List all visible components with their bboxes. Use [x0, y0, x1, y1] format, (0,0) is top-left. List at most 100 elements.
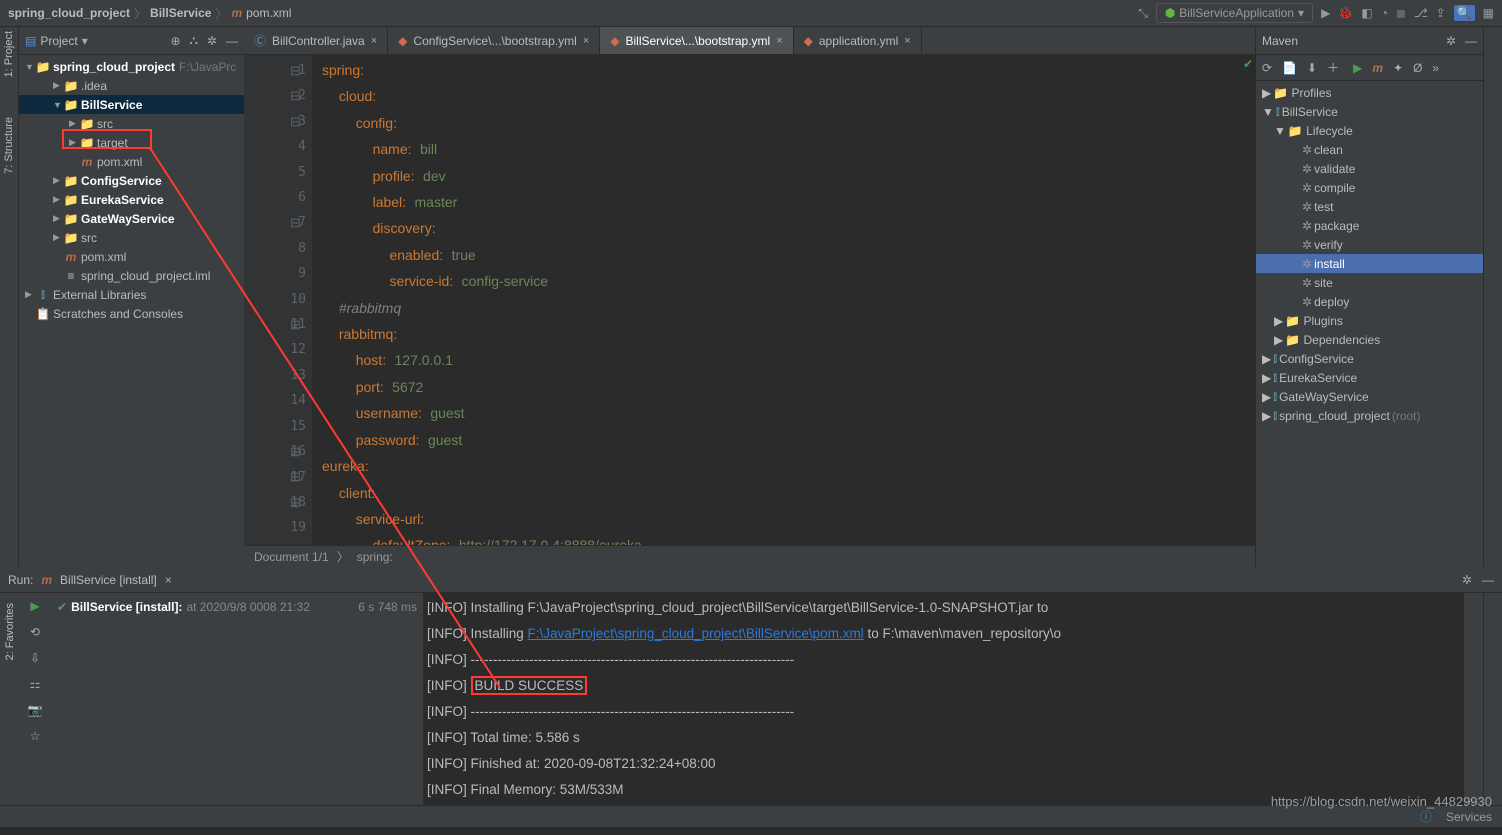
close-icon[interactable]: × [904, 35, 910, 47]
hide-icon[interactable]: — [226, 34, 238, 48]
gear-icon[interactable]: ✲ [207, 34, 217, 48]
run-tree-title: BillService [install]: [71, 600, 182, 614]
build-icon[interactable]: ⤡ [1138, 6, 1148, 21]
star-icon[interactable]: ☆ [30, 729, 41, 743]
console-scrollbar[interactable] [1464, 593, 1483, 805]
pin-icon[interactable]: ⇩ [30, 651, 40, 665]
close-icon[interactable]: × [776, 35, 782, 47]
maven-goal-package[interactable]: ✲ package [1256, 216, 1483, 235]
maven-goal-deploy[interactable]: ✲ deploy [1256, 292, 1483, 311]
maven-bill[interactable]: ▼ ⫾ BillService [1256, 102, 1483, 121]
favorites-tab[interactable]: 2: Favorites [4, 603, 16, 660]
maven-goal-compile[interactable]: ✲ compile [1256, 178, 1483, 197]
gear-icon[interactable]: ✲ [1446, 34, 1456, 48]
tree-root[interactable]: ▼📁spring_cloud_projectF:\JavaPrc [19, 57, 244, 76]
expand-icon[interactable]: ⛬ [190, 33, 198, 48]
tree-item-src[interactable]: ▶📁src [19, 114, 244, 133]
close-icon[interactable]: × [583, 35, 589, 47]
code-path[interactable]: spring: [357, 550, 393, 564]
rerun-icon[interactable]: ▶ [30, 599, 39, 613]
services-label[interactable]: Services [1446, 810, 1492, 824]
maven-goal-validate[interactable]: ✲ validate [1256, 159, 1483, 178]
toggle-icon[interactable]: ✦ [1393, 61, 1403, 75]
locate-icon[interactable]: ⊕ [170, 34, 180, 48]
breadcrumb-root[interactable]: spring_cloud_project [8, 6, 130, 20]
expand-icon[interactable]: » [1432, 61, 1439, 75]
scratches[interactable]: 📋Scratches and Consoles [19, 304, 244, 323]
tree-item-BillService[interactable]: ▼📁BillService [19, 95, 244, 114]
tab-BillController.java[interactable]: ⒸBillController.java× [244, 27, 388, 54]
project-tab[interactable]: 1: Project [3, 31, 15, 77]
maven-goal-site[interactable]: ✲ site [1256, 273, 1483, 292]
maven-root[interactable]: ▶ ⫾ spring_cloud_project (root) [1256, 406, 1483, 425]
tab-BillService\...\bootstrap.yml[interactable]: ◆BillService\...\bootstrap.yml× [600, 27, 793, 54]
editor[interactable]: 1234567891011121314151617181920 ⊟⊟⊟⊟⊟⊟⊟⊟… [244, 55, 1255, 545]
tab-application.yml[interactable]: ◆application.yml× [794, 27, 922, 54]
project-tree[interactable]: ▼📁spring_cloud_projectF:\JavaPrc▶📁.idea▼… [19, 55, 244, 567]
console[interactable]: [INFO] Installing F:\JavaProject\spring_… [423, 593, 1464, 805]
tree-item-pom.xml[interactable]: mpom.xml [19, 247, 244, 266]
maven-module-GateWayService[interactable]: ▶ ⫾ GateWayService [1256, 387, 1483, 406]
inspections-ok-icon[interactable]: ✔ [1243, 57, 1253, 71]
tree-item-ConfigService[interactable]: ▶📁ConfigService [19, 171, 244, 190]
run-config-selector[interactable]: ⬢ BillServiceApplication ▾ [1156, 3, 1313, 23]
maven-goal-test[interactable]: ✲ test [1256, 197, 1483, 216]
run-tree[interactable]: ✔ BillService [install]: at 2020/9/8 000… [51, 593, 423, 805]
tree-item-spring_cloud_project.iml[interactable]: ≡spring_cloud_project.iml [19, 266, 244, 285]
chevron-icon: 〉 [215, 5, 227, 22]
tree-item-pom.xml[interactable]: mpom.xml [19, 152, 244, 171]
maven-module-ConfigService[interactable]: ▶ ⫾ ConfigService [1256, 349, 1483, 368]
stop-icon[interactable]: ⟲ [30, 625, 40, 639]
breadcrumb-file[interactable]: pom.xml [246, 6, 291, 20]
close-icon[interactable]: × [165, 573, 172, 587]
chevron-down-icon[interactable]: ▾ [82, 34, 88, 48]
tree-item-src[interactable]: ▶📁src [19, 228, 244, 247]
breadcrumb-module[interactable]: BillService [150, 6, 211, 20]
hide-icon[interactable]: — [1465, 34, 1477, 48]
run-tab[interactable]: BillService [install] [60, 573, 157, 587]
code-area[interactable]: spring: cloud: config: name: bill profil… [312, 55, 1255, 545]
settings-icon[interactable]: ▦ [1483, 6, 1494, 20]
watermark: https://blog.csdn.net/weixin_44829930 [1271, 794, 1492, 809]
maven-m-icon[interactable]: m [1372, 61, 1383, 75]
filter-icon[interactable]: ⚏ [30, 677, 41, 691]
maven-goal-verify[interactable]: ✲ verify [1256, 235, 1483, 254]
run-tree-dur: 6 s 748 ms [358, 600, 417, 614]
git-icon[interactable]: ⎇ [1414, 6, 1428, 20]
reimport-icon[interactable]: ⟳ [1262, 61, 1272, 75]
stop-button[interactable]: ◼ [1396, 6, 1406, 20]
run-panel: Run: m BillService [install] × ✲ — 2: Fa… [0, 567, 1502, 805]
run-icon[interactable]: ▶ [1353, 61, 1362, 75]
maven-profiles[interactable]: ▶ 📁 Profiles [1256, 83, 1483, 102]
search-icon[interactable]: 🔍 [1454, 5, 1475, 21]
update-icon[interactable]: ⇪ [1436, 6, 1446, 20]
file-icon: Ⓒ [254, 32, 266, 49]
maven-goal-install[interactable]: ✲ install [1256, 254, 1483, 273]
coverage-icon[interactable]: ◧ [1361, 6, 1372, 20]
tree-item-EurekaService[interactable]: ▶📁EurekaService [19, 190, 244, 209]
debug-button[interactable]: 🐞 [1338, 6, 1353, 20]
maven-tree[interactable]: ▶ 📁 Profiles▼ ⫾ BillService▼ 📁 Lifecycle… [1256, 81, 1483, 567]
maven-module-EurekaService[interactable]: ▶ ⫾ EurekaService [1256, 368, 1483, 387]
maven-plugins[interactable]: ▶ 📁 Plugins [1256, 311, 1483, 330]
tab-ConfigService\...\bootstrap.yml[interactable]: ◆ConfigService\...\bootstrap.yml× [388, 27, 600, 54]
maven-goal-clean[interactable]: ✲ clean [1256, 140, 1483, 159]
skip-tests-icon[interactable]: Ø [1413, 61, 1422, 75]
maven-deps[interactable]: ▶ 📁 Dependencies [1256, 330, 1483, 349]
tree-item-GateWayService[interactable]: ▶📁GateWayService [19, 209, 244, 228]
camera-icon[interactable]: 📷 [28, 703, 43, 717]
generate-icon[interactable]: 📄 [1282, 61, 1297, 75]
run-button[interactable]: ▶ [1321, 6, 1330, 20]
external-libraries[interactable]: ▶⫾External Libraries [19, 285, 244, 304]
add-icon[interactable]: ＋ [1327, 59, 1339, 76]
tree-item-.idea[interactable]: ▶📁.idea [19, 76, 244, 95]
gear-icon[interactable]: ✲ [1462, 573, 1472, 587]
download-icon[interactable]: ⬇ [1307, 61, 1317, 75]
close-icon[interactable]: × [371, 35, 377, 47]
maven-lifecycle[interactable]: ▼ 📁 Lifecycle [1256, 121, 1483, 140]
profile-icon[interactable]: ◔ [1381, 6, 1388, 20]
tree-item-target[interactable]: ▶📁target [19, 133, 244, 152]
hide-icon[interactable]: — [1482, 573, 1494, 587]
structure-tab[interactable]: 7: Structure [3, 117, 15, 174]
editor-breadcrumb: Document 1/1 〉 spring: [244, 545, 1255, 567]
